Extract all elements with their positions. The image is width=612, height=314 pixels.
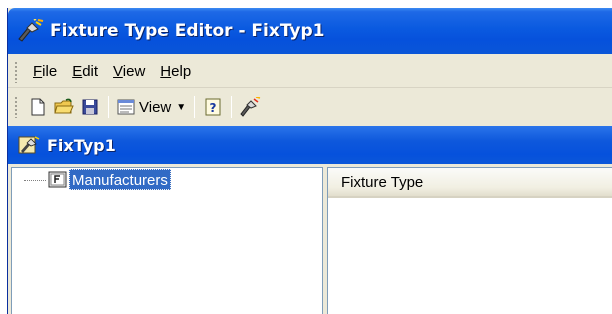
tree-item-manufacturers[interactable]: Manufacturers: [69, 169, 171, 190]
toolbar-separator: [108, 96, 109, 118]
view-dropdown-button[interactable]: View ▼: [115, 95, 190, 119]
title-bar[interactable]: Fixture Type Editor - FixTyp1: [8, 8, 612, 54]
help-button[interactable]: ?: [201, 95, 225, 119]
fixture-lamp-icon: [240, 97, 261, 117]
window-title: Fixture Type Editor - FixTyp1: [50, 21, 325, 41]
fixture-lamp-icon: [18, 19, 44, 42]
open-button[interactable]: [52, 95, 76, 119]
view-button-label: View: [139, 98, 172, 116]
save-button[interactable]: [78, 95, 102, 119]
menu-view[interactable]: View: [106, 61, 153, 82]
toolbar-separator: [194, 96, 196, 118]
menubar-grip[interactable]: [14, 60, 18, 83]
chevron-down-icon: ▼: [176, 101, 187, 113]
open-folder-icon: [54, 98, 74, 114]
toolbar: View ▼ ?: [8, 90, 612, 124]
new-button[interactable]: [26, 95, 50, 119]
menu-bar: File Edit View Help: [8, 56, 612, 88]
save-disk-icon: [82, 99, 98, 115]
view-icon: [117, 99, 135, 115]
document-body: Manufacturers Fixture Type: [8, 164, 612, 314]
fixture-type-list[interactable]: Fixture Type: [327, 167, 612, 314]
manufacturer-node-icon: [48, 171, 67, 188]
tree-connector: [24, 180, 46, 181]
menu-edit[interactable]: Edit: [65, 61, 106, 82]
tree-view[interactable]: Manufacturers: [11, 167, 323, 314]
toolbar-separator: [231, 96, 233, 118]
new-document-icon: [31, 98, 45, 116]
app-window: Fixture Type Editor - FixTyp1 File Edit …: [7, 8, 612, 314]
document-title-bar[interactable]: FixTyp1: [8, 126, 612, 164]
menu-help[interactable]: Help: [153, 61, 199, 82]
fixture-document-icon: [18, 136, 40, 154]
fixture-button[interactable]: [238, 95, 262, 119]
column-header-fixture-type[interactable]: Fixture Type: [328, 168, 612, 198]
help-icon: ?: [205, 98, 221, 116]
document-window: FixTyp1 Manufacturers Fixture Type: [8, 126, 612, 314]
document-title: FixTyp1: [47, 135, 116, 155]
toolbar-grip[interactable]: [14, 96, 18, 118]
svg-text:?: ?: [210, 101, 217, 115]
menu-file[interactable]: File: [26, 61, 65, 82]
